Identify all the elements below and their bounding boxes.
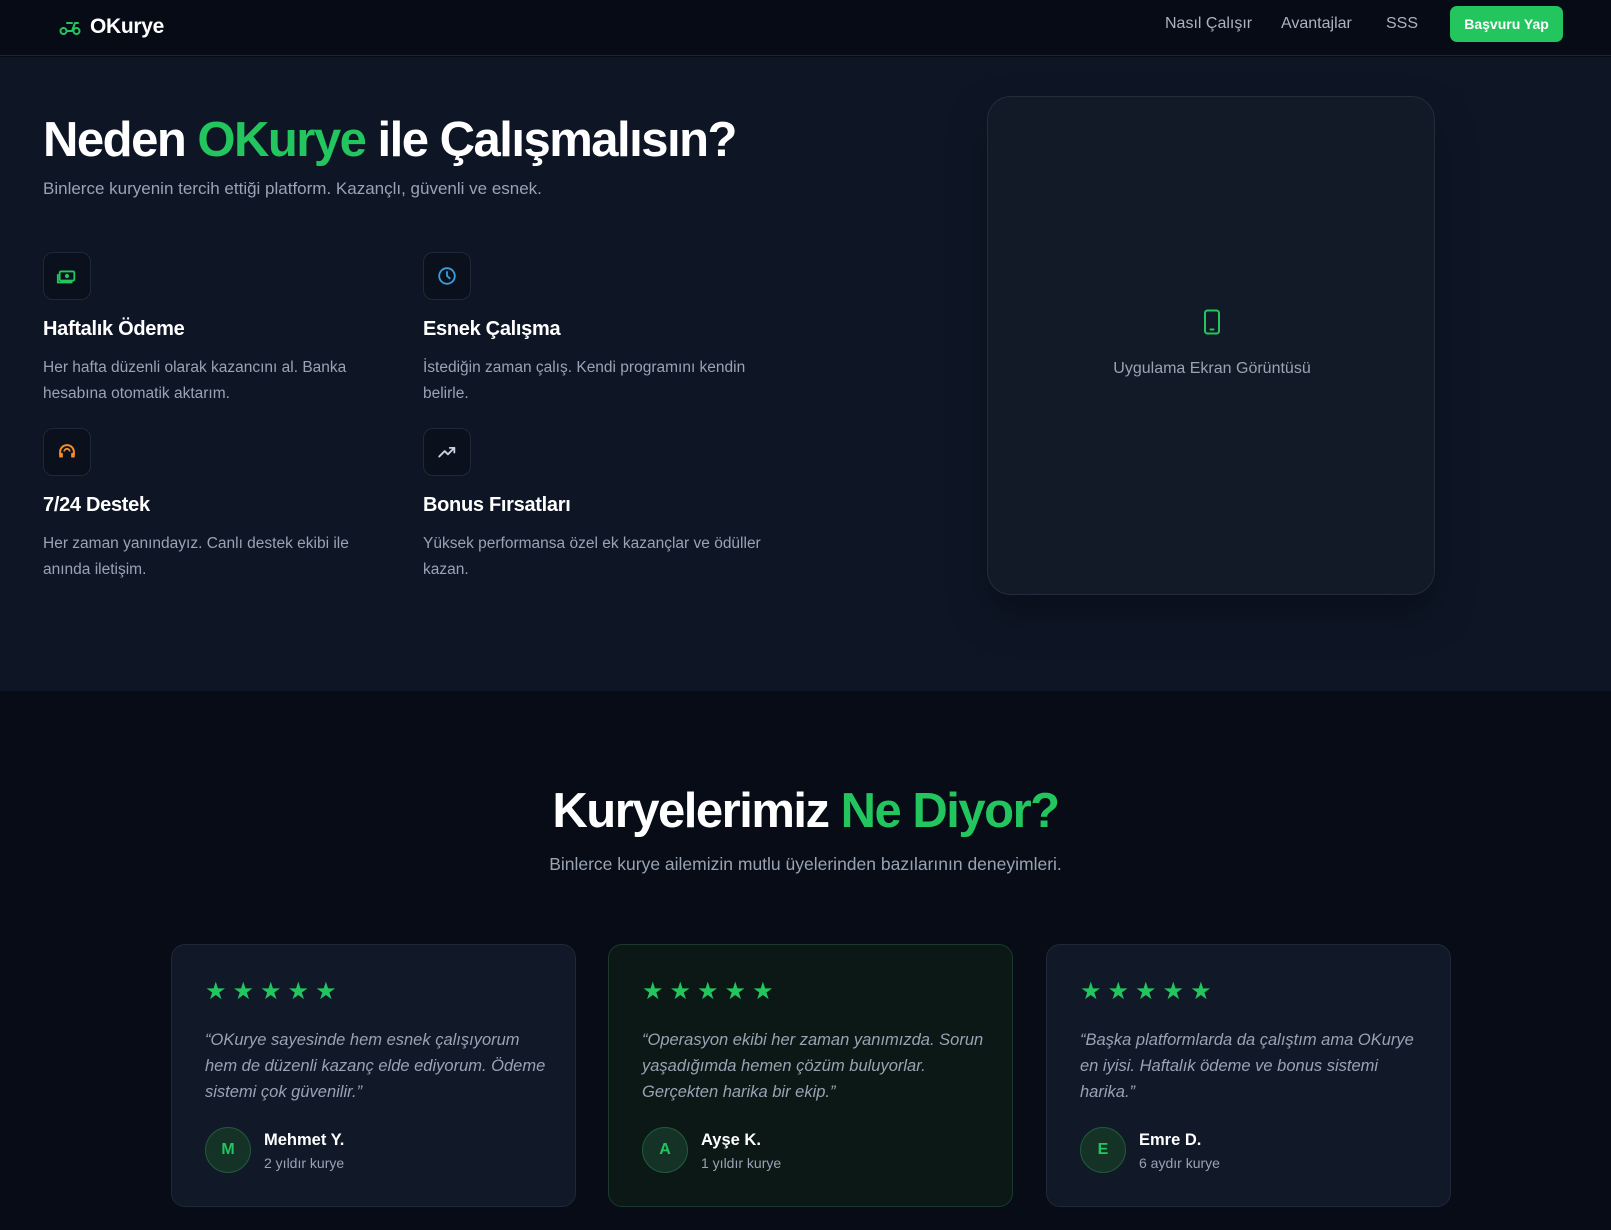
title-accent: OKurye [197, 113, 367, 167]
star-icon: ★ [752, 977, 774, 1005]
author-name: Ayşe K. [701, 1131, 761, 1149]
feature-description: Her zaman yanındayız. Canlı destek ekibi… [43, 535, 349, 578]
nav-link-advantages[interactable]: Avantajlar [1281, 15, 1352, 33]
section-title: Kuryelerimiz Ne Diyor? [0, 783, 1611, 839]
feature-title: 7/24 Destek [43, 494, 150, 516]
clock-icon [423, 252, 471, 300]
money-icon [43, 252, 91, 300]
feature-title: Bonus Fırsatları [423, 494, 571, 516]
feature-description: Her hafta düzenli olarak kazancını al. B… [43, 359, 347, 402]
smartphone-icon [1204, 309, 1220, 335]
brand-logo[interactable]: OKurye [59, 12, 164, 42]
top-nav: OKurye Nasıl Çalışır Avantajlar SSS Başv… [0, 0, 1611, 56]
testimonial-quote: “Başka platformlarda da çalıştım ama OKu… [1080, 1031, 1414, 1101]
nav-link-faq[interactable]: SSS [1386, 15, 1418, 33]
feature-title: Esnek Çalışma [423, 318, 561, 340]
author-name: Emre D. [1139, 1131, 1202, 1149]
screenshot-caption: Uygulama Ekran Görüntüsü [1113, 360, 1311, 377]
star-icon: ★ [697, 977, 719, 1005]
brand-name: OKurye [90, 15, 165, 38]
star-icon: ★ [642, 977, 664, 1005]
section-subtitle: Binlerce kuryenin tercih ettiği platform… [43, 179, 542, 198]
star-icon: ★ [232, 977, 255, 1005]
author-name: Mehmet Y. [264, 1131, 345, 1149]
app-screenshot-placeholder: Uygulama Ekran Görüntüsü [987, 96, 1435, 595]
title-post: ile Çalışmalısın? [365, 113, 738, 167]
avatar: M [205, 1127, 251, 1173]
star-icon: ★ [1190, 977, 1212, 1005]
star-icon: ★ [724, 977, 747, 1005]
section-title: Neden OKurye ile Çalışmalısın? [43, 112, 738, 168]
star-rating: ★ ★ ★ ★ ★ [1080, 979, 1212, 1003]
nav-link-how-it-works[interactable]: Nasıl Çalışır [1165, 15, 1252, 33]
testimonials-section: Kuryelerimiz Ne Diyor? Binlerce kurye ai… [0, 691, 1611, 1230]
author-tenure: 6 aydır kurye [1139, 1155, 1220, 1171]
scooter-icon [59, 22, 81, 35]
testimonial-card: ★ ★ ★ ★ ★ “Operasyon ekibi her zaman yanımız… [608, 944, 1013, 1207]
title-pre: Neden [43, 113, 198, 167]
star-icon: ★ [205, 977, 227, 1005]
star-icon: ★ [669, 977, 692, 1005]
feature-weekly-payment: Haftalık Ödeme Her hafta düzenli olarak … [43, 252, 393, 407]
star-icon: ★ [260, 977, 282, 1005]
apply-button[interactable]: Başvuru Yap [1450, 6, 1563, 42]
testimonial-quote: “Operasyon ekibi her zaman yanımızda. So… [642, 1031, 984, 1101]
star-icon: ★ [1135, 977, 1157, 1005]
feature-description: Yüksek performansa özel ek kazançlar ve … [423, 535, 761, 578]
star-icon: ★ [1080, 977, 1102, 1005]
section-subtitle: Binlerce kurye ailemizin mutlu üyelerind… [549, 854, 1062, 874]
why-section: Neden OKurye ile Çalışmalısın? Binlerce … [0, 57, 1611, 691]
avatar: A [642, 1127, 688, 1173]
feature-title: Haftalık Ödeme [43, 318, 185, 340]
avatar: E [1080, 1127, 1126, 1173]
star-rating: ★ ★ ★ ★ ★ [205, 979, 337, 1003]
title-pre: Kuryelerimiz [552, 784, 841, 838]
trending-up-icon [423, 428, 471, 476]
author-tenure: 2 yıldır kurye [264, 1155, 345, 1171]
author-tenure: 1 yıldır kurye [701, 1155, 782, 1171]
headset-icon [43, 428, 91, 476]
title-accent: Ne Diyor? [840, 784, 1060, 838]
feature-bonus: Bonus Fırsatları Yüksek performansa özel… [423, 428, 773, 583]
star-icon: ★ [1107, 977, 1130, 1005]
star-rating: ★ ★ ★ ★ ★ [642, 979, 774, 1003]
star-icon: ★ [287, 977, 310, 1005]
feature-description: İstediğin zaman çalış. Kendi programını … [423, 359, 746, 402]
feature-support: 7/24 Destek Her zaman yanındayız. Canlı … [43, 428, 393, 583]
testimonial-card: ★ ★ ★ ★ ★ “OKurye sayesinde hem esnek çalışı… [171, 944, 576, 1207]
feature-flexible-work: Esnek Çalışma İstediğin zaman çalış. Ken… [423, 252, 773, 407]
star-icon: ★ [1162, 977, 1185, 1005]
star-icon: ★ [315, 977, 337, 1005]
testimonial-quote: “OKurye sayesinde hem esnek çalışıyorum … [205, 1031, 546, 1101]
testimonial-card: ★ ★ ★ ★ ★ “Başka platformlarda da çalıştım a… [1046, 944, 1451, 1207]
